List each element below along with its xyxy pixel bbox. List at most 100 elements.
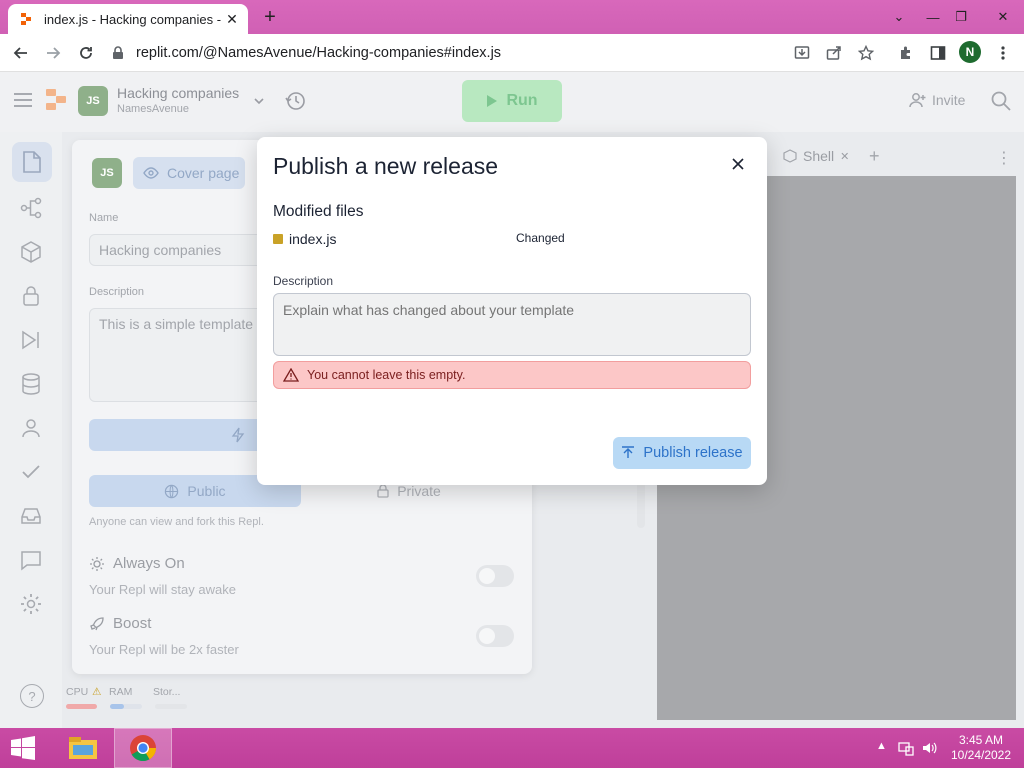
shell-tab[interactable]: Shell ✕ [783, 148, 849, 164]
invite-button[interactable]: Invite [908, 92, 965, 108]
name-input[interactable]: Hacking companies [89, 234, 269, 266]
share-icon[interactable] [824, 43, 844, 63]
private-label: Private [397, 483, 441, 499]
warning-icon: ⚠ [92, 686, 102, 698]
user-icon[interactable] [19, 416, 43, 440]
windows-start-icon[interactable] [10, 736, 36, 760]
publish-release-label: Publish release [643, 445, 743, 461]
hamburger-menu-icon[interactable] [14, 92, 32, 108]
extensions-icon[interactable] [896, 43, 916, 63]
check-icon[interactable] [19, 460, 43, 484]
browser-menu-icon[interactable] [993, 43, 1013, 63]
settings-gear-icon[interactable] [19, 592, 43, 616]
boost-subtitle: Your Repl will be 2x faster [89, 642, 239, 657]
cover-page-button[interactable]: Cover page [133, 157, 245, 189]
files-icon[interactable] [12, 142, 52, 182]
clock-date: 10/24/2022 [950, 748, 1012, 762]
address-bar: replit.com/@NamesAvenue/Hacking-companie… [0, 34, 1024, 72]
play-icon [487, 95, 498, 107]
cover-page-label: Cover page [167, 165, 240, 181]
debugger-icon[interactable] [19, 328, 43, 352]
dialog-title: Publish a new release [273, 153, 499, 179]
packages-cube-icon[interactable] [19, 240, 43, 264]
chrome-icon[interactable] [114, 728, 172, 768]
run-label: Run [506, 92, 538, 109]
system-clock[interactable]: 3:45 AM 10/24/2022 [948, 733, 1014, 763]
network-icon[interactable] [898, 740, 914, 756]
generate-button[interactable] [89, 419, 269, 451]
modified-file-item: index.js [273, 231, 336, 247]
secrets-lock-icon[interactable] [19, 284, 43, 308]
add-tab-icon[interactable]: + [869, 146, 880, 167]
add-user-icon [909, 93, 926, 108]
boost-toggle[interactable] [476, 625, 514, 647]
volume-icon[interactable] [921, 740, 937, 756]
error-message: You cannot leave this empty. [307, 368, 466, 382]
close-shell-tab-icon[interactable]: ✕ [840, 150, 849, 163]
app-header: JS Hacking companies NamesAvenue Run Inv… [0, 72, 1024, 132]
repl-title[interactable]: Hacking companies [117, 85, 239, 101]
public-label: Public [187, 483, 226, 499]
chevron-down-icon[interactable]: ⌄ [882, 0, 916, 34]
file-status: Changed [516, 231, 565, 245]
close-tab-icon[interactable]: ✕ [224, 11, 240, 27]
git-branch-icon[interactable] [19, 196, 43, 220]
validation-error: You cannot leave this empty. [273, 361, 751, 389]
history-icon[interactable] [284, 90, 306, 112]
eye-icon [143, 167, 159, 179]
upload-icon [622, 446, 635, 458]
publish-release-dialog: Publish a new release Modified files ind… [257, 137, 767, 485]
globe-icon [165, 484, 179, 498]
restore-icon[interactable]: ❐ [944, 0, 978, 34]
help-icon[interactable]: ? [20, 684, 44, 708]
pane-menu-icon[interactable]: ⋮ [996, 148, 1012, 168]
new-tab-icon[interactable]: + [259, 6, 281, 28]
publish-release-button[interactable]: Publish release [613, 437, 751, 469]
nodejs-repl-icon: JS [78, 86, 108, 116]
inbox-icon[interactable] [19, 504, 43, 528]
database-icon[interactable] [19, 372, 43, 396]
js-file-icon [273, 234, 283, 244]
side-panel-icon[interactable] [928, 43, 948, 63]
shell-icon [783, 149, 797, 163]
left-tool-rail [0, 132, 62, 728]
chat-icon[interactable] [19, 548, 43, 572]
shell-tab-label: Shell [803, 148, 835, 164]
forward-icon[interactable] [40, 40, 66, 66]
file-name: index.js [289, 231, 337, 247]
install-app-icon[interactable] [792, 43, 812, 63]
boost-label: Boost [113, 615, 152, 632]
window-close-icon[interactable]: ✕ [986, 0, 1020, 34]
close-icon[interactable] [729, 155, 747, 173]
reload-icon[interactable] [73, 40, 99, 66]
search-icon[interactable] [990, 90, 1012, 112]
storage-label: Stor... [153, 686, 181, 698]
replit-logo-icon[interactable] [46, 88, 68, 112]
cpu-usage-bar [66, 704, 97, 709]
profile-avatar[interactable]: N [959, 41, 981, 63]
visibility-note: Anyone can view and fork this Repl. [89, 516, 264, 528]
boost-title: Boost [89, 615, 151, 632]
description-label: Description [89, 286, 145, 298]
template-icon: JS [92, 158, 122, 188]
url-field[interactable]: replit.com/@NamesAvenue/Hacking-companie… [112, 38, 892, 68]
description-label: Description [273, 274, 334, 288]
browser-tab[interactable]: index.js - Hacking companies - R ✕ [8, 4, 248, 34]
storage-usage-bar [155, 704, 187, 709]
warning-triangle-icon [283, 368, 299, 382]
run-button[interactable]: Run [462, 80, 562, 122]
always-on-subtitle: Your Repl will stay awake [89, 582, 236, 597]
repl-owner[interactable]: NamesAvenue [117, 103, 189, 115]
tray-chevron-up-icon[interactable]: ▲ [876, 740, 892, 756]
back-icon[interactable] [8, 40, 34, 66]
always-on-toggle[interactable] [476, 565, 514, 587]
description-input[interactable]: This is a simple template [89, 308, 269, 402]
invite-label: Invite [932, 92, 966, 108]
bookmark-star-icon[interactable] [856, 43, 876, 63]
cpu-label: CPU [66, 686, 89, 698]
ram-label: RAM [109, 686, 133, 698]
lock-icon [113, 46, 123, 59]
chevron-down-icon[interactable] [252, 94, 266, 108]
release-description-input[interactable] [273, 293, 751, 356]
file-explorer-icon[interactable] [54, 728, 112, 768]
